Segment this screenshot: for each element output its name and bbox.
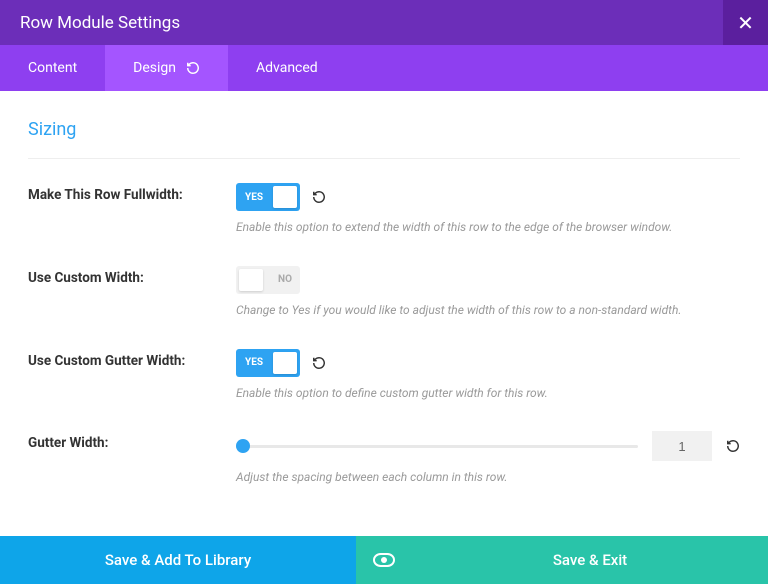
button-label: Save & Add To Library xyxy=(105,551,251,569)
footer-bar: Save & Add To Library Save & Exit xyxy=(0,536,768,584)
tab-advanced[interactable]: Advanced xyxy=(228,45,346,91)
help-text: Change to Yes if you would like to adjus… xyxy=(236,302,740,319)
reset-button[interactable] xyxy=(312,356,326,370)
reset-icon xyxy=(186,61,200,75)
close-button[interactable]: ✕ xyxy=(723,0,768,45)
tab-label: Advanced xyxy=(256,60,318,76)
toggle-knob xyxy=(273,186,297,208)
close-icon: ✕ xyxy=(737,11,754,35)
save-exit-button[interactable]: Save & Exit xyxy=(412,536,768,584)
button-label: Save & Exit xyxy=(553,551,627,569)
tab-design[interactable]: Design xyxy=(105,45,228,91)
tab-label: Design xyxy=(133,60,176,76)
setting-label: Use Custom Gutter Width: xyxy=(28,349,236,371)
reset-icon xyxy=(312,356,326,370)
custom-gutter-toggle[interactable]: YES xyxy=(236,349,300,377)
setting-row-custom-gutter: Use Custom Gutter Width: YES Enable this… xyxy=(28,349,740,402)
reset-icon xyxy=(726,439,740,453)
toggle-value: YES xyxy=(245,357,263,368)
save-library-button[interactable]: Save & Add To Library xyxy=(0,536,356,584)
setting-row-fullwidth: Make This Row Fullwidth: YES Enable this… xyxy=(28,183,740,236)
setting-row-gutter-width: Gutter Width: Adjust the spacing between… xyxy=(28,431,740,486)
slider-thumb[interactable] xyxy=(236,439,250,453)
fullwidth-toggle[interactable]: YES xyxy=(236,183,300,211)
reset-button[interactable] xyxy=(312,190,326,204)
reset-icon xyxy=(312,190,326,204)
gutter-width-slider[interactable] xyxy=(236,436,638,456)
reset-button[interactable] xyxy=(726,439,740,453)
help-text: Enable this option to define custom gutt… xyxy=(236,385,740,402)
modal-header: Row Module Settings ✕ xyxy=(0,0,768,45)
tab-bar: Content Design Advanced xyxy=(0,45,768,91)
modal-title: Row Module Settings xyxy=(20,13,180,33)
setting-label: Use Custom Width: xyxy=(28,266,236,288)
toggle-value: NO xyxy=(278,274,292,285)
section-title: Sizing xyxy=(28,119,740,140)
tab-content[interactable]: Content xyxy=(0,45,105,91)
settings-content: Sizing Make This Row Fullwidth: YES Enab… xyxy=(0,91,768,544)
setting-label: Make This Row Fullwidth: xyxy=(28,183,236,205)
tab-label: Content xyxy=(28,60,77,76)
toggle-knob xyxy=(273,352,297,374)
setting-row-custom-width: Use Custom Width: NO Change to Yes if yo… xyxy=(28,266,740,319)
toggle-value: YES xyxy=(245,192,263,203)
slider-track xyxy=(236,445,638,448)
divider xyxy=(28,158,740,159)
toggle-knob xyxy=(239,269,263,291)
gutter-width-input[interactable] xyxy=(652,431,712,461)
custom-width-toggle[interactable]: NO xyxy=(236,266,300,294)
setting-label: Gutter Width: xyxy=(28,431,236,453)
preview-button[interactable] xyxy=(356,536,412,584)
eye-icon xyxy=(373,553,395,567)
help-text: Enable this option to extend the width o… xyxy=(236,219,740,236)
help-text: Adjust the spacing between each column i… xyxy=(236,469,740,486)
